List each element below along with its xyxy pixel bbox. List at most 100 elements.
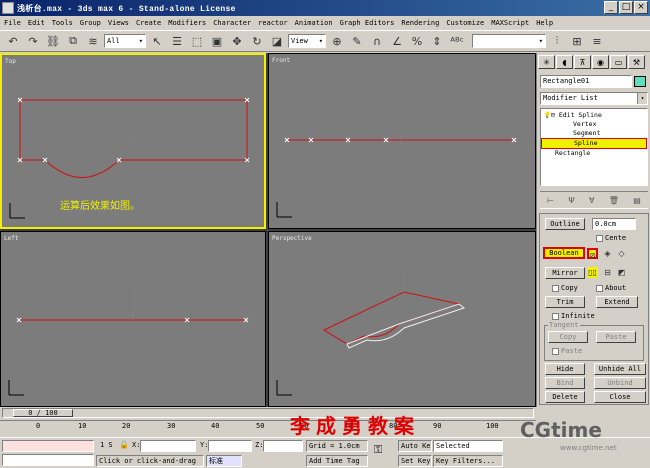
menu-customize[interactable]: Customize [446, 19, 484, 27]
tangent-paste-button[interactable]: Paste [596, 331, 636, 343]
ref-coord-dropdown[interactable]: View ▾ [288, 34, 326, 48]
unbind-button[interactable]: Unbind [594, 377, 646, 389]
named-selection-icon[interactable]: ᴬᴮᶜ [448, 32, 466, 50]
outline-spinner[interactable]: 0.0cm [592, 218, 636, 230]
redo-icon[interactable]: ↷ [24, 32, 42, 50]
unhide-all-button[interactable]: Unhide All [594, 363, 646, 375]
mirror-both-icon[interactable]: ◩ [616, 267, 627, 278]
configure-sets-icon[interactable]: ▤ [633, 196, 641, 205]
minimize-button[interactable]: _ [604, 1, 618, 14]
stack-item-segment[interactable]: Segment [573, 129, 600, 138]
perspective-viewport[interactable]: Perspective [268, 231, 536, 407]
time-slider[interactable]: 0 / 100 [2, 408, 534, 418]
selected-dropdown[interactable]: Selected [433, 440, 503, 452]
top-viewport[interactable]: Top 运算后效果如图。 [0, 53, 266, 229]
set-key-button[interactable]: Set Key [398, 455, 432, 467]
close-spline-button[interactable]: Close [594, 391, 646, 403]
menu-file[interactable]: File [4, 19, 21, 27]
object-color-swatch[interactable] [634, 76, 646, 87]
create-tab-icon[interactable]: ✳ [538, 55, 555, 69]
object-name-field[interactable]: Rectangle01 [540, 75, 632, 88]
union-icon[interactable]: ⊘ [587, 248, 598, 260]
selection-filter-dropdown[interactable]: All ▾ [104, 34, 146, 48]
z-coord-field[interactable] [263, 440, 303, 452]
delete-button[interactable]: Delete [545, 391, 585, 403]
motion-tab-icon[interactable]: ◉ [592, 55, 609, 69]
menu-rendering[interactable]: Rendering [401, 19, 439, 27]
menu-reactor[interactable]: reactor [258, 19, 288, 27]
scale-icon[interactable]: ◪ [268, 32, 286, 50]
menu-create[interactable]: Create [136, 19, 161, 27]
menu-tools[interactable]: Tools [52, 19, 73, 27]
hide-button[interactable]: Hide [545, 363, 585, 375]
tangent-copy-button[interactable]: Copy [548, 331, 588, 343]
modify-tab-icon[interactable]: ◖ [556, 55, 573, 69]
stack-item-edit-spline[interactable]: ⊟ Edit Spline [551, 111, 602, 120]
angle-snap-icon[interactable]: ∠ [388, 32, 406, 50]
make-unique-icon[interactable]: ∀ [589, 196, 594, 205]
modifier-stack[interactable]: 💡 ⊟ Edit Spline Vertex Segment Spline Re… [540, 108, 648, 186]
lightbulb-icon[interactable]: 💡 [543, 111, 551, 120]
stack-item-vertex[interactable]: Vertex [573, 120, 596, 129]
select-manipulate-icon[interactable]: ✎ [348, 32, 366, 50]
percent-snap-icon[interactable]: % [408, 32, 426, 50]
bind-space-warp-icon[interactable]: ≋ [84, 32, 102, 50]
time-slider-thumb[interactable]: 0 / 100 [13, 409, 73, 417]
show-end-result-icon[interactable]: Ψ [568, 196, 574, 205]
select-link-icon[interactable]: ⛓ [44, 32, 62, 50]
maxscript-listener-mini[interactable] [2, 440, 94, 452]
auto-key-button[interactable]: Auto Key [398, 440, 432, 452]
intersect-icon[interactable]: ◇ [616, 248, 627, 259]
front-viewport[interactable]: Front [268, 53, 536, 229]
mirror-vertical-icon[interactable]: ⊟ [602, 267, 613, 278]
paste-length-checkbox[interactable]: Paste [552, 347, 582, 356]
rectangular-selection-icon[interactable]: ⬚ [188, 32, 206, 50]
menu-maxscript[interactable]: MAXScript [491, 19, 529, 27]
remove-modifier-icon[interactable]: 🗑 [609, 196, 619, 205]
bind-button[interactable]: Bind [545, 377, 585, 389]
utilities-tab-icon[interactable]: ⚒ [628, 55, 645, 69]
modifier-list-dropdown[interactable]: Modifier List ▾ [540, 92, 648, 105]
mirror-icon[interactable]: ⫶ [548, 32, 566, 50]
x-coord-field[interactable] [140, 440, 196, 452]
menu-modifiers[interactable]: Modifiers [168, 19, 206, 27]
center-checkbox[interactable]: Cente [596, 234, 626, 243]
select-object-icon[interactable]: ↖ [148, 32, 166, 50]
maxscript-output-mini[interactable] [2, 454, 94, 466]
mirror-horizontal-icon[interactable]: ▯▯ [587, 267, 598, 278]
menu-help[interactable]: Help [536, 19, 553, 27]
y-coord-field[interactable] [208, 440, 252, 452]
extend-button[interactable]: Extend [596, 296, 638, 308]
subtract-icon[interactable]: ◈ [602, 248, 613, 259]
about-pivot-checkbox[interactable]: About [596, 284, 626, 293]
infinite-bounds-checkbox[interactable]: Infinite [552, 312, 595, 321]
menu-character[interactable]: Character [213, 19, 251, 27]
unlink-icon[interactable]: ⧉ [64, 32, 82, 50]
rotate-icon[interactable]: ↻ [248, 32, 266, 50]
left-viewport[interactable]: Left [0, 231, 266, 407]
select-by-name-icon[interactable]: ☰ [168, 32, 186, 50]
outline-button[interactable]: Outline [545, 218, 585, 230]
window-crossing-icon[interactable]: ▣ [208, 32, 226, 50]
layer-manager-icon[interactable]: ≡ [588, 32, 606, 50]
track-bar[interactable]: 0 10 20 30 40 50 60 70 80 90 100 [0, 420, 536, 437]
hierarchy-tab-icon[interactable]: ⊼ [574, 55, 591, 69]
spinner-snap-icon[interactable]: ⇕ [428, 32, 446, 50]
snap-toggle-icon[interactable]: ∩ [368, 32, 386, 50]
pin-stack-icon[interactable]: ⊢ [547, 196, 554, 205]
stack-item-spline[interactable]: Spline [541, 138, 647, 149]
stack-item-rectangle[interactable]: Rectangle [555, 149, 590, 158]
move-icon[interactable]: ✥ [228, 32, 246, 50]
close-button[interactable]: × [634, 1, 648, 14]
lock-selection-icon[interactable]: 🔒 [119, 440, 129, 449]
menu-graph-editors[interactable]: Graph Editors [340, 19, 395, 27]
menu-group[interactable]: Group [80, 19, 101, 27]
menu-animation[interactable]: Animation [295, 19, 333, 27]
boolean-button[interactable]: Boolean [543, 247, 585, 259]
align-icon[interactable]: ⊞ [568, 32, 586, 50]
menu-edit[interactable]: Edit [28, 19, 45, 27]
key-filters-button[interactable]: Key Filters... [433, 455, 503, 467]
menu-views[interactable]: Views [108, 19, 129, 27]
add-time-tag-button[interactable]: Add Time Tag [306, 455, 368, 467]
maximize-button[interactable]: □ [619, 1, 633, 14]
